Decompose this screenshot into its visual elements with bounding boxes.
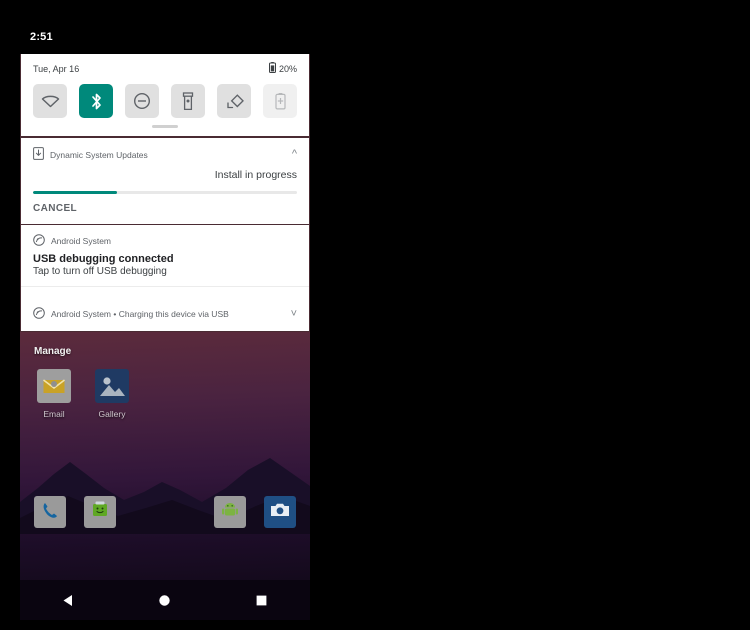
phone-app[interactable] xyxy=(34,496,66,528)
flashlight-tile[interactable] xyxy=(171,84,205,118)
auto-rotate-icon xyxy=(225,92,244,111)
triangle-back-icon xyxy=(63,594,72,606)
app-label: Gallery xyxy=(98,409,126,419)
android-robot-icon xyxy=(220,500,240,525)
android-system-icon xyxy=(33,234,45,248)
chevron-up-icon[interactable]: ^ xyxy=(292,149,297,160)
phone-icon xyxy=(41,501,59,524)
notification-shade: Tue, Apr 16 20% Dynamic System Updates ^… xyxy=(20,54,310,332)
flashlight-icon xyxy=(182,91,194,111)
system-update-icon xyxy=(33,147,44,162)
navigation-bar xyxy=(20,580,310,620)
app-label: Email xyxy=(43,409,65,419)
bluetooth-icon xyxy=(90,92,103,111)
do-not-disturb-icon xyxy=(133,92,151,110)
dynamic-system-updates-notification[interactable]: Dynamic System Updates ^ Install in prog… xyxy=(21,137,309,224)
device-screen-left: 2:51 Tue, Apr 16 20% Dynamic System Upda… xyxy=(20,20,310,620)
dock xyxy=(20,496,310,528)
phone-right: 2:55 Tue, Apr 16 20% xyxy=(375,0,750,630)
messaging-icon xyxy=(90,500,110,525)
camera-app[interactable] xyxy=(264,496,296,528)
wifi-icon xyxy=(41,94,60,108)
email-icon xyxy=(37,369,71,403)
recents-button[interactable] xyxy=(242,594,282,607)
notification-app-name: Dynamic System Updates xyxy=(50,149,148,160)
camera-icon xyxy=(269,501,291,524)
manage-bar: Manage xyxy=(20,332,310,359)
notification-app-name: Android System xyxy=(51,236,111,246)
chevron-down-icon[interactable]: ˅ xyxy=(291,308,297,320)
dnd-tile[interactable] xyxy=(125,84,159,118)
qs-tiles-row xyxy=(33,84,297,118)
notification-status-text: Install in progress xyxy=(214,169,297,181)
install-progress-fill xyxy=(33,191,118,194)
usb-debugging-notification[interactable]: Android System USB debugging connected T… xyxy=(21,224,309,297)
home-screen: Manage Email Gallery xyxy=(20,332,310,580)
status-bar: 2:51 xyxy=(20,20,310,54)
messaging-app[interactable] xyxy=(84,496,116,528)
battery-saver-tile[interactable] xyxy=(263,84,297,118)
screenshot-stage: 2:51 Tue, Apr 16 20% Dynamic System Upda… xyxy=(0,0,750,630)
install-progress-bar xyxy=(33,191,297,194)
quick-settings-panel: Tue, Apr 16 20% xyxy=(21,54,309,137)
battery-icon xyxy=(268,62,276,75)
notification-title: USB debugging connected xyxy=(33,253,174,265)
battery-saver-icon xyxy=(274,92,286,110)
cancel-button[interactable]: CANCEL xyxy=(33,203,77,214)
manage-label[interactable]: Manage xyxy=(34,346,71,357)
qs-date: Tue, Apr 16 xyxy=(33,63,80,74)
phone-left: 2:51 Tue, Apr 16 20% Dynamic System Upda… xyxy=(0,0,375,630)
wifi-tile[interactable] xyxy=(33,84,67,118)
charging-notification[interactable]: Android System • Charging this device vi… xyxy=(21,297,309,331)
back-button[interactable] xyxy=(48,594,88,607)
home-button[interactable] xyxy=(145,594,185,607)
charging-notification-text: Android System • Charging this device vi… xyxy=(51,309,229,319)
circle-home-icon xyxy=(159,594,171,606)
notification-body: Tap to turn off USB debugging xyxy=(33,266,167,277)
app-grid: Email Gallery xyxy=(20,359,310,419)
bluetooth-tile[interactable] xyxy=(79,84,113,118)
app-email[interactable]: Email xyxy=(34,369,74,419)
battery-percent: 20% xyxy=(278,63,297,74)
android-system-icon xyxy=(33,307,45,321)
auto-rotate-tile[interactable] xyxy=(217,84,251,118)
drag-handle[interactable] xyxy=(152,125,178,128)
play-store-app[interactable] xyxy=(214,496,246,528)
status-bar-time: 2:51 xyxy=(30,31,53,43)
square-recents-icon xyxy=(256,595,267,605)
app-gallery[interactable]: Gallery xyxy=(92,369,132,419)
gallery-icon xyxy=(95,369,129,403)
